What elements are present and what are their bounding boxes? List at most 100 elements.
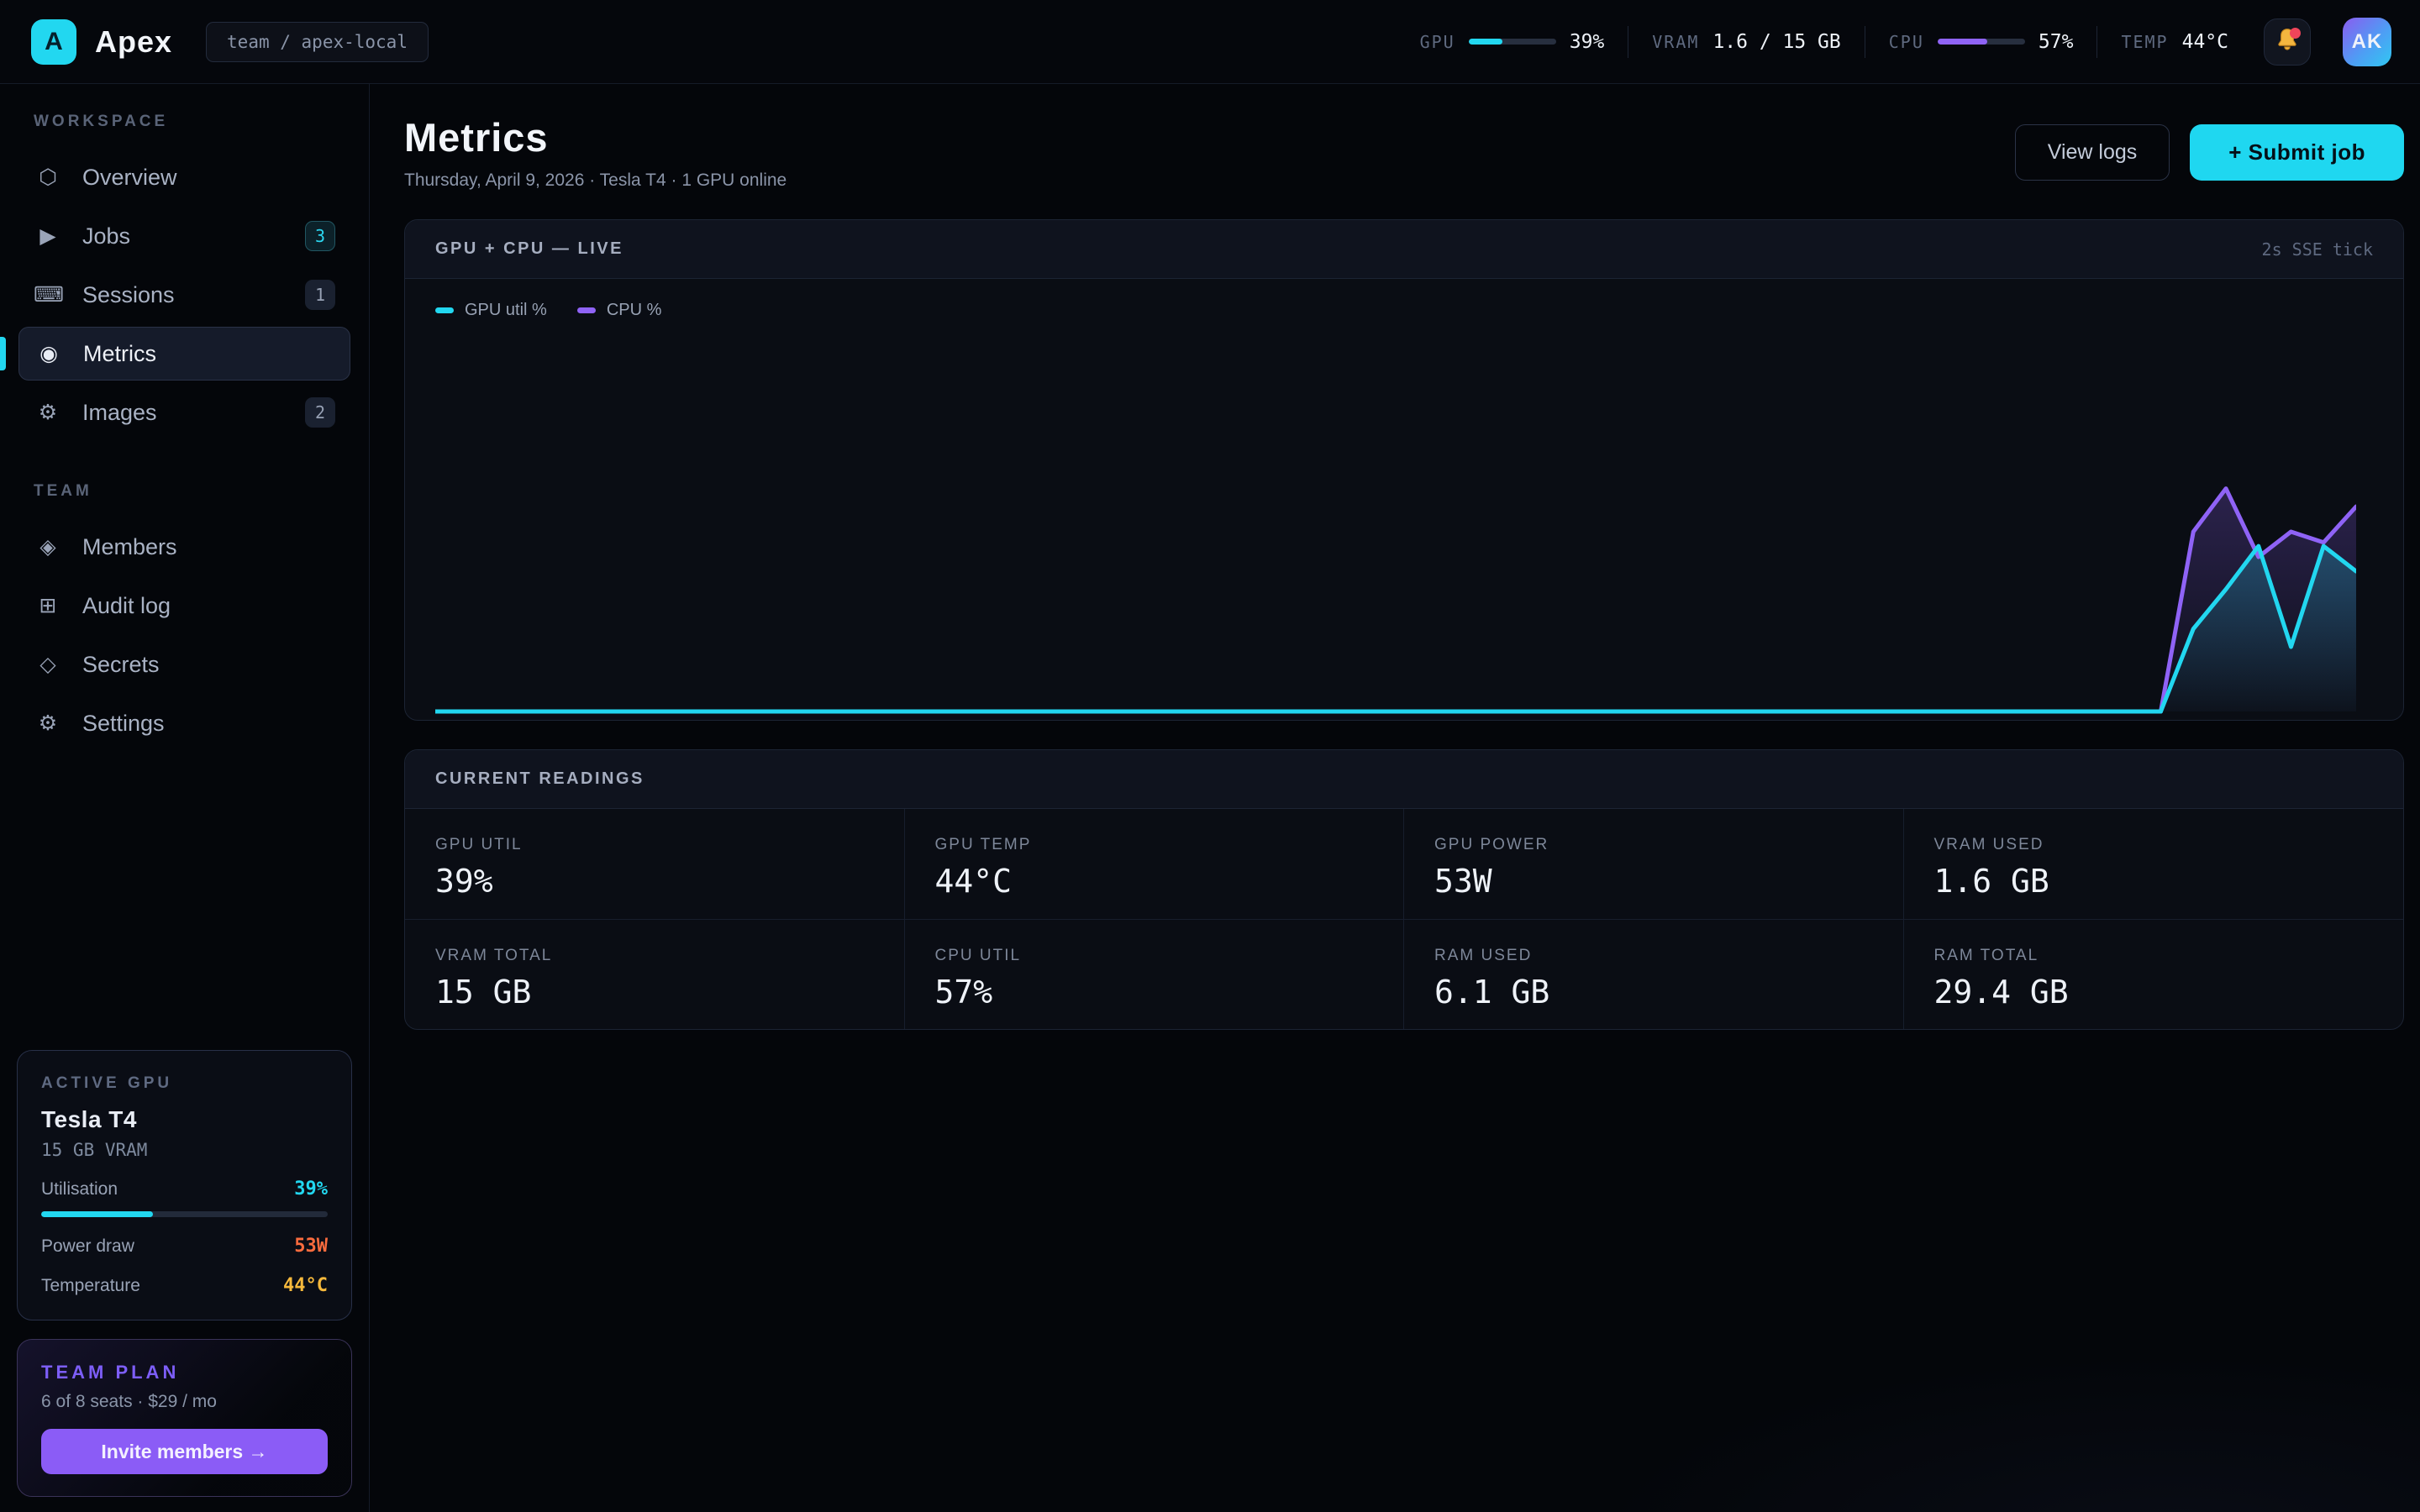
invite-members-button[interactable]: Invite members → xyxy=(41,1429,328,1474)
brand-name: Apex xyxy=(95,24,172,60)
sse-tick-label: 2s SSE tick xyxy=(2262,239,2373,260)
gpu-vram: 15 GB VRAM xyxy=(41,1140,328,1160)
sidebar-item-members[interactable]: ◈ Members xyxy=(18,520,350,574)
gpu-stat-value: 39% xyxy=(1570,31,1605,53)
sidebar-item-label: Secrets xyxy=(82,652,160,678)
sidebar-item-label: Sessions xyxy=(82,282,175,308)
temperature-label: Temperature xyxy=(41,1276,140,1296)
topbar-temp-stat: TEMP 44°C xyxy=(2121,31,2228,53)
sidebar-item-jobs[interactable]: ▶ Jobs 3 xyxy=(18,209,350,263)
power-label: Power draw xyxy=(41,1236,134,1257)
page-subtitle: Thursday, April 9, 2026 · Tesla T4 · 1 G… xyxy=(404,171,786,191)
reading-cell-ram-total: RAM TOTAL 29.4 GB xyxy=(1904,919,2404,1029)
sidebar-item-label: Overview xyxy=(82,165,177,191)
legend-item-cpu: CPU % xyxy=(577,301,662,320)
reading-value: 15 GB xyxy=(435,974,904,1011)
sidebar-item-images[interactable]: ⚙ Images 2 xyxy=(18,386,350,439)
gear-icon: ⚙ xyxy=(34,711,62,736)
chart-body: GPU util % CPU % xyxy=(405,279,2403,720)
topbar-vram-stat: VRAM 1.6 / 15 GB xyxy=(1652,31,1841,53)
topbar: A Apex team / apex-local GPU 39% VRAM 1.… xyxy=(0,0,2420,84)
reading-value: 44°C xyxy=(935,863,1404,900)
reading-label: RAM USED xyxy=(1434,947,1903,965)
active-gpu-card-title: ACTIVE GPU xyxy=(41,1074,328,1093)
reading-label: CPU UTIL xyxy=(935,947,1404,965)
current-readings-header: CURRENT READINGS xyxy=(405,750,2403,809)
reading-cell-cpu-util: CPU UTIL 57% xyxy=(905,919,1405,1029)
chart-panel-title: GPU + CPU — LIVE xyxy=(435,239,623,259)
grid-icon: ⊞ xyxy=(34,593,62,618)
target-icon: ◉ xyxy=(34,341,63,366)
gpu-legend-dash xyxy=(435,307,454,313)
team-section-title: TEAM xyxy=(34,482,335,501)
team-plan-seats: 6 of 8 seats · $29 / mo xyxy=(41,1392,328,1412)
apex-logo-icon: A xyxy=(31,19,76,65)
gpu-util-bar-fill xyxy=(41,1211,153,1217)
reading-label: GPU POWER xyxy=(1434,836,1903,854)
cpu-stat-bar xyxy=(1938,39,2025,45)
power-row: Power draw 53W xyxy=(41,1236,328,1257)
topbar-cpu-bar-fill xyxy=(1938,39,1987,45)
reading-cell-ram-used: RAM USED 6.1 GB xyxy=(1404,919,1904,1029)
reading-value: 39% xyxy=(435,863,904,900)
sidebar-item-secrets[interactable]: ◇ Secrets xyxy=(18,638,350,691)
sidebar-item-overview[interactable]: ⬡ Overview xyxy=(18,150,350,204)
sidebar-item-label: Metrics xyxy=(83,341,156,367)
sidebar-item-label: Settings xyxy=(82,711,165,737)
topbar-stats: GPU 39% VRAM 1.6 / 15 GB CPU 57% TEMP 44… xyxy=(1420,18,2391,66)
reading-label: GPU TEMP xyxy=(935,836,1404,854)
live-chart-panel: GPU + CPU — LIVE 2s SSE tick GPU util % … xyxy=(404,219,2404,721)
reading-label: VRAM USED xyxy=(1934,836,2404,854)
brand: A Apex team / apex-local xyxy=(31,19,429,65)
live-chart-svg xyxy=(435,325,2356,720)
view-logs-button[interactable]: View logs xyxy=(2015,124,2170,181)
sidebar-item-sessions[interactable]: ⌨ Sessions 1 xyxy=(18,268,350,322)
keyboard-icon: ⌨ xyxy=(34,282,62,307)
legend-label-gpu: GPU util % xyxy=(465,301,547,320)
topbar-gpu-bar-fill xyxy=(1469,39,1503,45)
sessions-count-badge: 1 xyxy=(305,280,335,310)
sidebar-item-settings[interactable]: ⚙ Settings xyxy=(18,696,350,750)
sidebar-item-audit-log[interactable]: ⊞ Audit log xyxy=(18,579,350,633)
utilisation-row: Utilisation 39% xyxy=(41,1179,328,1200)
gpu-stat-bar xyxy=(1469,39,1556,45)
temp-stat-label: TEMP xyxy=(2121,32,2168,52)
temperature-value: 44°C xyxy=(283,1275,328,1296)
readings-grid: GPU UTIL 39% GPU TEMP 44°C GPU POWER 53W… xyxy=(405,809,2403,1029)
sidebar-item-label: Images xyxy=(82,400,157,426)
sidebar-item-label: Audit log xyxy=(82,593,171,619)
avatar[interactable]: AK xyxy=(2343,18,2391,66)
team-plan-card: TEAM PLAN 6 of 8 seats · $29 / mo Invite… xyxy=(17,1339,352,1497)
vram-stat-value: 1.6 / 15 GB xyxy=(1712,31,1840,53)
reading-cell-gpu-util: GPU UTIL 39% xyxy=(405,809,905,919)
divider xyxy=(2096,26,2097,58)
play-icon: ▶ xyxy=(34,223,62,249)
utilisation-bar xyxy=(41,1211,328,1217)
sidebar-item-label: Members xyxy=(82,534,177,560)
chart-legend: GPU util % CPU % xyxy=(435,301,2356,320)
active-gpu-card: ACTIVE GPU Tesla T4 15 GB VRAM Utilisati… xyxy=(17,1050,352,1320)
gpu-name: Tesla T4 xyxy=(41,1106,328,1133)
reading-value: 57% xyxy=(935,974,1404,1011)
page-header-text: Metrics Thursday, April 9, 2026 · Tesla … xyxy=(404,114,786,191)
utilisation-label: Utilisation xyxy=(41,1179,118,1200)
notifications-button[interactable] xyxy=(2264,18,2311,66)
sidebar-item-metrics[interactable]: ◉ Metrics xyxy=(18,327,350,381)
hexagon-icon: ⬡ xyxy=(34,165,62,190)
reading-cell-gpu-power: GPU POWER 53W xyxy=(1404,809,1904,919)
reading-cell-vram-used: VRAM USED 1.6 GB xyxy=(1904,809,2404,919)
reading-value: 6.1 GB xyxy=(1434,974,1903,1011)
reading-label: RAM TOTAL xyxy=(1934,947,2404,965)
breadcrumb[interactable]: team / apex-local xyxy=(206,22,429,62)
submit-job-button[interactable]: + Submit job xyxy=(2190,124,2404,181)
current-readings-panel: CURRENT READINGS GPU UTIL 39% GPU TEMP 4… xyxy=(404,749,2404,1030)
logo-letter: A xyxy=(45,28,63,56)
utilisation-value: 39% xyxy=(294,1179,328,1200)
main-content: Metrics Thursday, April 9, 2026 · Tesla … xyxy=(370,84,2420,1512)
reading-cell-gpu-temp: GPU TEMP 44°C xyxy=(905,809,1405,919)
topbar-gpu-stat: GPU 39% xyxy=(1420,31,1605,53)
reading-label: VRAM TOTAL xyxy=(435,947,904,965)
reading-cell-vram-total: VRAM TOTAL 15 GB xyxy=(405,919,905,1029)
page-actions: View logs + Submit job xyxy=(2015,124,2404,181)
topbar-cpu-stat: CPU 57% xyxy=(1889,31,2074,53)
